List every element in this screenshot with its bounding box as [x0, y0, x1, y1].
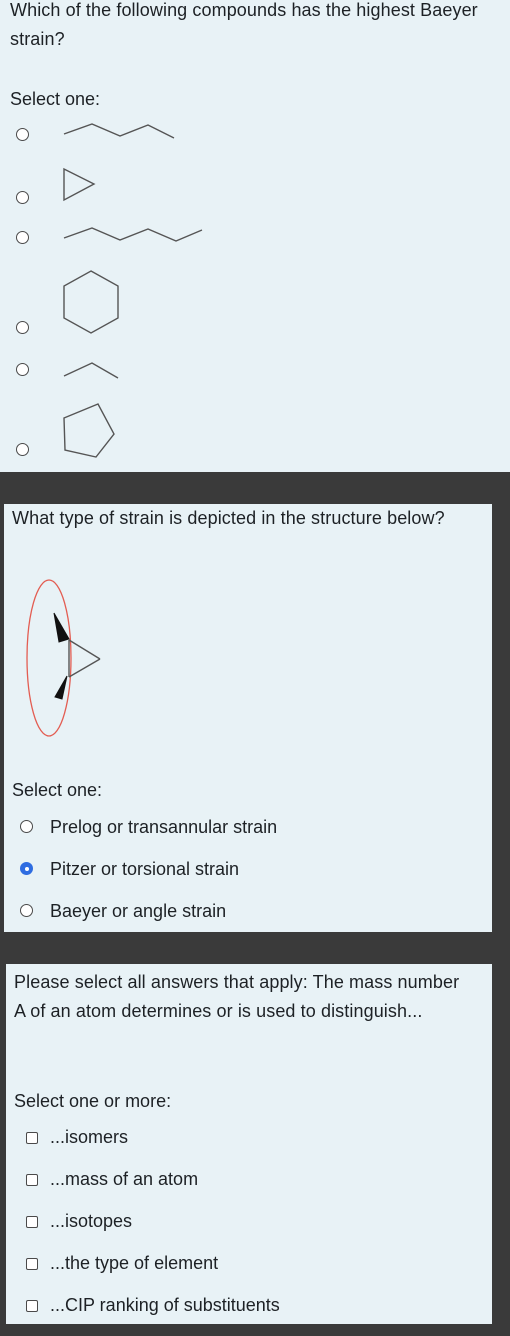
question-1-card: Which of the following compounds has the…	[0, 0, 510, 472]
q1-option-2-radio[interactable]	[16, 191, 29, 204]
question-2-card: What type of strain is depicted in the s…	[4, 504, 492, 932]
question-2-text: What type of strain is depicted in the s…	[12, 508, 445, 528]
q2-option-3-radio[interactable]	[20, 904, 33, 917]
question-3-prompt: Select one or more:	[14, 1091, 172, 1111]
propane-structure[interactable]	[62, 360, 120, 380]
question-2-prompt: Select one:	[12, 780, 103, 800]
q2-option-2-label[interactable]: Pitzer or torsional strain	[50, 858, 239, 880]
q2-option-2-radio-selected[interactable]	[20, 862, 33, 875]
q3-option-3-checkbox[interactable]	[26, 1216, 38, 1228]
q1-option-1-radio[interactable]	[16, 128, 29, 141]
q1-option-5-radio[interactable]	[16, 363, 29, 376]
question-1-text: Which of the following compounds has the…	[10, 0, 478, 49]
question-3-card: Please select all answers that apply: Th…	[6, 964, 492, 1324]
wedge-bond-bottom	[54, 675, 68, 700]
q3-option-2-label[interactable]: ...mass of an atom	[50, 1168, 198, 1190]
q2-option-1-radio[interactable]	[20, 820, 33, 833]
pentane-zigzag-structure[interactable]	[62, 122, 176, 142]
q2-option-3-label[interactable]: Baeyer or angle strain	[50, 900, 226, 922]
q3-option-3-label[interactable]: ...isotopes	[50, 1210, 132, 1232]
question-1-prompt: Select one:	[10, 89, 101, 109]
q1-option-6-radio[interactable]	[16, 443, 29, 456]
q2-option-1-label[interactable]: Prelog or transannular strain	[50, 816, 277, 838]
q3-option-5-label[interactable]: ...CIP ranking of substituents	[50, 1294, 280, 1316]
q3-option-5-checkbox[interactable]	[26, 1300, 38, 1312]
wedge-bond-top	[53, 612, 70, 643]
cyclohexane-structure[interactable]	[62, 270, 122, 336]
cyclopentane-structure[interactable]	[62, 402, 118, 460]
highlight-ellipse	[26, 579, 72, 737]
q1-option-4-radio[interactable]	[16, 321, 29, 334]
q1-option-3-radio[interactable]	[16, 231, 29, 244]
newman-projection-structure	[26, 579, 101, 737]
hexane-zigzag-structure[interactable]	[62, 226, 204, 246]
q3-option-1-checkbox[interactable]	[26, 1132, 38, 1144]
question-3-text: Please select all answers that apply: Th…	[14, 972, 460, 1021]
q3-option-4-checkbox[interactable]	[26, 1258, 38, 1270]
q3-option-2-checkbox[interactable]	[26, 1174, 38, 1186]
cyclopropane-structure[interactable]	[62, 167, 102, 202]
q3-option-1-label[interactable]: ...isomers	[50, 1126, 128, 1148]
q3-option-4-label[interactable]: ...the type of element	[50, 1252, 218, 1274]
